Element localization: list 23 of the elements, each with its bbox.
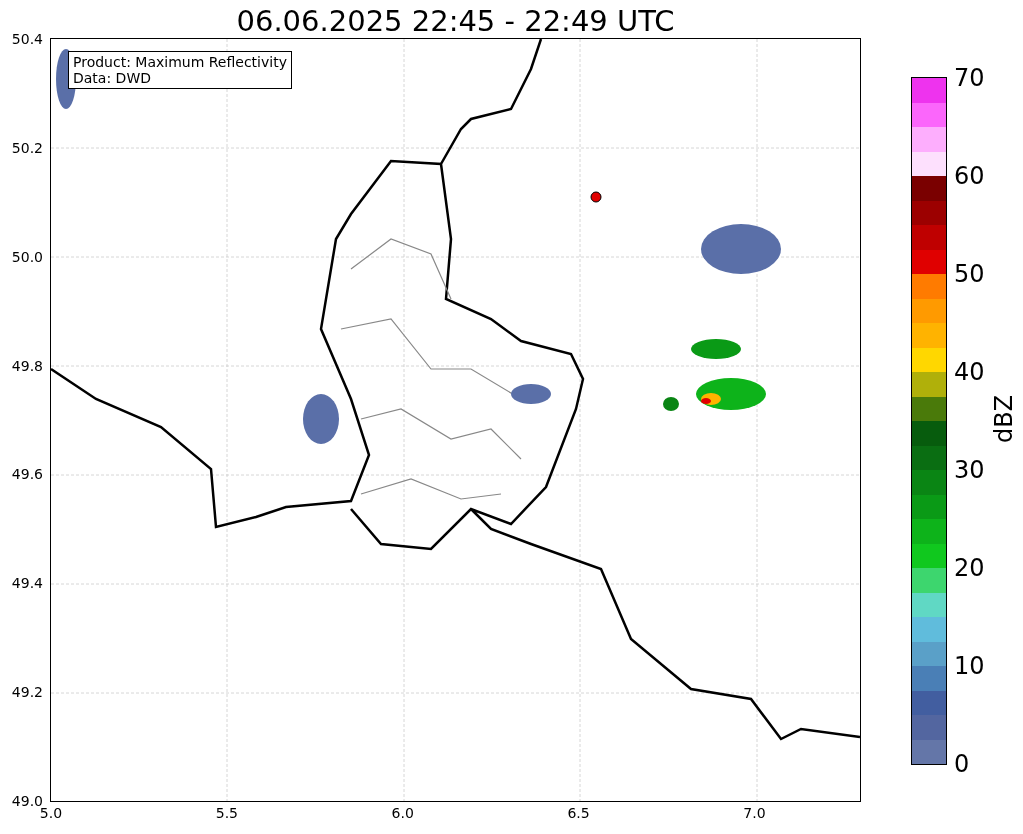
tick-label: 70	[954, 64, 985, 92]
tick-label: 50.0	[11, 248, 43, 265]
tick-label: 40	[954, 358, 985, 386]
chart-title: 06.06.2025 22:45 - 22:49 UTC	[235, 3, 676, 39]
tick-label: 50.4	[11, 31, 43, 47]
tick-label: 6.5	[567, 805, 590, 821]
tick-label: 10	[954, 652, 985, 680]
tick-label: 5.5	[215, 805, 238, 821]
tick-label: 50	[954, 260, 985, 288]
legend-text: Data: DWD	[73, 70, 152, 86]
tick-label: 49.6	[11, 466, 43, 483]
tick-label: 50.2	[11, 139, 43, 156]
tick-label: 0	[954, 750, 970, 778]
tick-label: 49.4	[11, 575, 43, 592]
tick-label: 6.0	[391, 805, 414, 821]
tick-label: 7.0	[743, 805, 766, 821]
legend-text: Product: Maximum Reflectivity	[73, 54, 287, 70]
tick-label: 30	[954, 456, 985, 484]
tick-label: 60	[954, 162, 985, 190]
tick-label: 20	[954, 554, 985, 582]
tick-label: 49.8	[11, 357, 43, 374]
tick-label: 49.2	[11, 684, 43, 701]
axis-label: dBZ	[990, 394, 1019, 444]
